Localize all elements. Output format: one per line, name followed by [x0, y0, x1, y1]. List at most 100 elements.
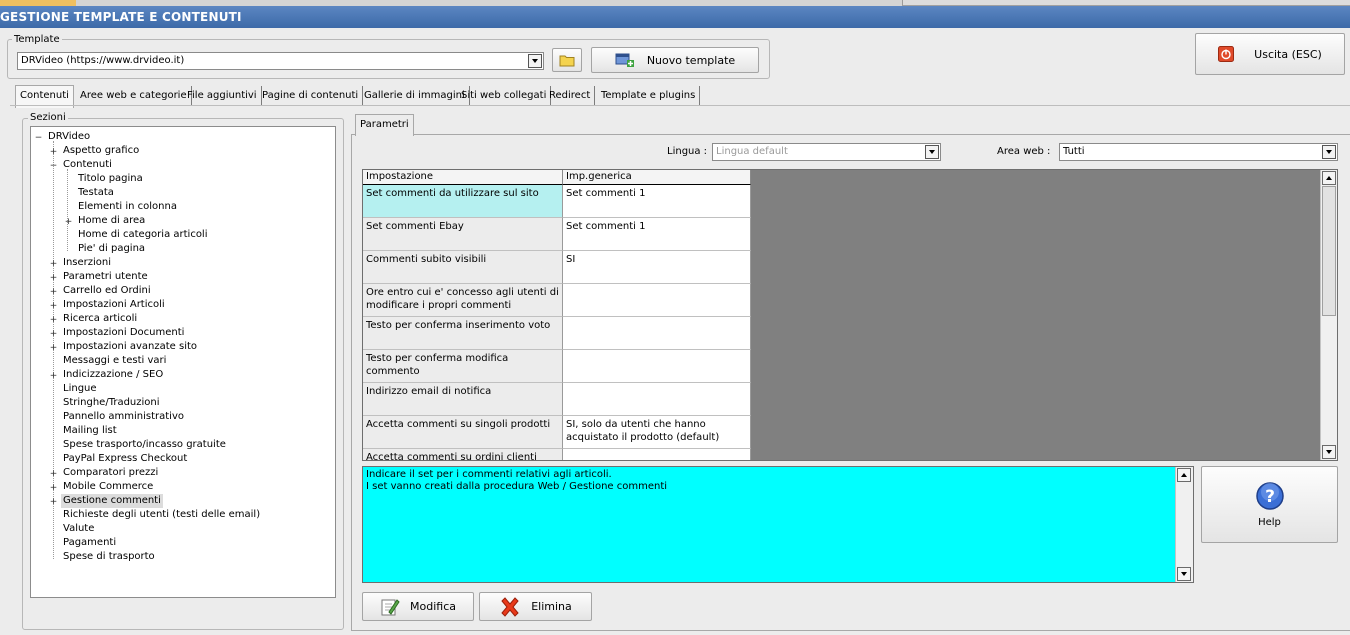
grid-value-cell[interactable]: Set commenti 1 — [563, 218, 751, 251]
tree-item[interactable]: Valute — [63, 522, 94, 536]
grid-value-cell[interactable] — [563, 284, 751, 317]
tree-item-selected[interactable]: Gestione commenti — [61, 494, 163, 508]
scroll-thumb[interactable] — [1322, 186, 1336, 316]
help-button[interactable]: ? Help — [1201, 466, 1338, 543]
expand-icon[interactable]: + — [49, 302, 58, 312]
expand-icon[interactable]: + — [49, 260, 58, 270]
tree-root[interactable]: DRVideo — [48, 130, 90, 144]
collapse-icon[interactable]: − — [49, 162, 58, 172]
tree-item[interactable]: Messaggi e testi vari — [63, 354, 166, 368]
tree-item[interactable]: Indicizzazione / SEO — [63, 368, 163, 382]
grid-setting-cell[interactable]: Set commenti da utilizzare sul sito — [363, 185, 563, 218]
area-web-select[interactable]: Tutti — [1059, 143, 1338, 161]
open-folder-button[interactable] — [552, 48, 582, 72]
tree-item[interactable]: Stringhe/Traduzioni — [63, 396, 160, 410]
grid-setting-cell[interactable]: Indirizzo email di notifica — [363, 383, 563, 416]
tree-item[interactable]: PayPal Express Checkout — [63, 452, 187, 466]
grid-value-cell[interactable] — [563, 383, 751, 416]
expand-icon[interactable]: + — [49, 148, 58, 158]
expand-icon[interactable]: + — [49, 316, 58, 326]
lingua-select[interactable]: Lingua default — [712, 143, 941, 161]
scroll-up-icon[interactable] — [1322, 171, 1336, 185]
grid-setting-cell[interactable]: Set commenti Ebay — [363, 218, 563, 251]
tree-item[interactable]: Titolo pagina — [78, 172, 143, 186]
tree-item[interactable]: Richieste degli utenti (testi delle emai… — [63, 508, 260, 522]
tree-item[interactable]: Carrello ed Ordini — [63, 284, 151, 298]
elimina-button[interactable]: Elimina — [479, 592, 592, 621]
grid-setting-cell[interactable]: Accetta commenti su ordini clienti EVASI — [363, 449, 563, 460]
tree-item[interactable]: Aspetto grafico — [63, 144, 139, 158]
tree-item[interactable]: Ricerca articoli — [63, 312, 137, 326]
scroll-up-icon[interactable] — [1177, 468, 1191, 482]
tree-item[interactable]: Home di categoria articoli — [78, 228, 208, 242]
grid-header[interactable]: Imp.generica — [563, 170, 751, 185]
area-web-label: Area web : — [997, 146, 1051, 157]
chevron-down-icon[interactable] — [528, 54, 542, 68]
tree-item[interactable]: Pie' di pagina — [78, 242, 145, 256]
new-template-label: Nuovo template — [646, 53, 736, 67]
expand-icon[interactable]: + — [49, 344, 58, 354]
tab-gallerie-immagini[interactable]: Gallerie di immagini — [360, 86, 470, 106]
tree-item[interactable]: Home di area — [78, 214, 145, 228]
grid-value-cell[interactable] — [563, 317, 751, 350]
tab-pagine-contenuti[interactable]: Pagine di contenuti — [258, 86, 364, 106]
tab-redirect[interactable]: Redirect — [545, 86, 596, 106]
new-template-button[interactable]: Nuovo template — [591, 47, 759, 73]
tab-siti-collegati[interactable]: Siti web collegati — [457, 86, 552, 106]
expand-icon[interactable]: + — [49, 288, 58, 298]
tree-item[interactable]: Impostazioni Documenti — [63, 326, 184, 340]
tree-item[interactable]: Pannello amministrativo — [63, 410, 184, 424]
tree-item[interactable]: Parametri utente — [63, 270, 148, 284]
description-box[interactable]: Indicare il set per i commenti relativi … — [362, 466, 1194, 583]
grid-value-cell[interactable]: SI, solo da utenti che hanno acquistato … — [563, 416, 751, 449]
tree-item[interactable]: Spese trasporto/incasso gratuite — [63, 438, 226, 452]
expand-icon[interactable]: + — [49, 330, 58, 340]
grid-scrollbar[interactable] — [1320, 170, 1337, 460]
expand-icon[interactable]: + — [49, 470, 58, 480]
template-select[interactable]: DRVideo (https://www.drvideo.it) — [17, 52, 544, 70]
collapse-icon[interactable]: − — [34, 134, 43, 144]
sections-tree[interactable]: − DRVideo + Aspetto grafico − Contenuti … — [30, 126, 336, 598]
tree-item[interactable]: Mobile Commerce — [63, 480, 153, 494]
tree-item[interactable]: Testata — [78, 186, 114, 200]
tree-item[interactable]: Impostazioni avanzate sito — [63, 340, 197, 354]
chevron-down-icon[interactable] — [925, 145, 939, 159]
grid-value-cell[interactable] — [563, 350, 751, 383]
grid-setting-cell[interactable]: Accetta commenti su singoli prodotti — [363, 416, 563, 449]
grid-value-cell[interactable]: SI — [563, 251, 751, 284]
scroll-down-icon[interactable] — [1177, 567, 1191, 581]
tree-item[interactable]: Spese di trasporto — [63, 550, 155, 564]
grid-setting-cell[interactable]: Ore entro cui e' concesso agli utenti di… — [363, 284, 563, 317]
tab-aree-web[interactable]: Aree web e categorie — [76, 86, 192, 106]
tree-item[interactable]: Impostazioni Articoli — [63, 298, 165, 312]
chevron-down-icon[interactable] — [1322, 145, 1336, 159]
grid-value-cell[interactable]: Set commenti 1 — [563, 185, 751, 218]
grid-value-cell[interactable] — [563, 449, 751, 460]
description-scrollbar[interactable] — [1175, 467, 1193, 582]
expand-icon[interactable]: + — [64, 218, 73, 228]
tab-parametri[interactable]: Parametri — [355, 114, 414, 136]
lingua-label: Lingua : — [667, 146, 708, 157]
grid-setting-cell[interactable]: Testo per conferma modifica commento — [363, 350, 563, 383]
elimina-label: Elimina — [531, 600, 572, 613]
expand-icon[interactable]: + — [49, 498, 58, 508]
tree-item[interactable]: Inserzioni — [63, 256, 111, 270]
expand-icon[interactable]: + — [49, 484, 58, 494]
scroll-down-icon[interactable] — [1322, 445, 1336, 459]
tree-item[interactable]: Contenuti — [63, 158, 112, 172]
tab-file-aggiuntivi[interactable]: File aggiuntivi — [183, 86, 262, 106]
grid-setting-cell[interactable]: Commenti subito visibili — [363, 251, 563, 284]
tree-item[interactable]: Lingue — [63, 382, 97, 396]
tree-item[interactable]: Pagamenti — [63, 536, 116, 550]
tree-item[interactable]: Mailing list — [63, 424, 117, 438]
expand-icon[interactable]: + — [49, 274, 58, 284]
grid-setting-cell[interactable]: Testo per conferma inserimento voto — [363, 317, 563, 350]
expand-icon[interactable]: + — [49, 372, 58, 382]
tab-template-plugins[interactable]: Template e plugins — [597, 86, 701, 106]
tree-item[interactable]: Comparatori prezzi — [63, 466, 158, 480]
settings-grid[interactable]: Impostazione Imp.generica Set commenti da … — [362, 169, 1338, 461]
tree-item[interactable]: Elementi in colonna — [78, 200, 177, 214]
exit-button[interactable]: Uscita (ESC) — [1195, 33, 1345, 75]
grid-header[interactable]: Impostazione — [363, 170, 563, 185]
modifica-button[interactable]: Modifica — [362, 592, 474, 621]
